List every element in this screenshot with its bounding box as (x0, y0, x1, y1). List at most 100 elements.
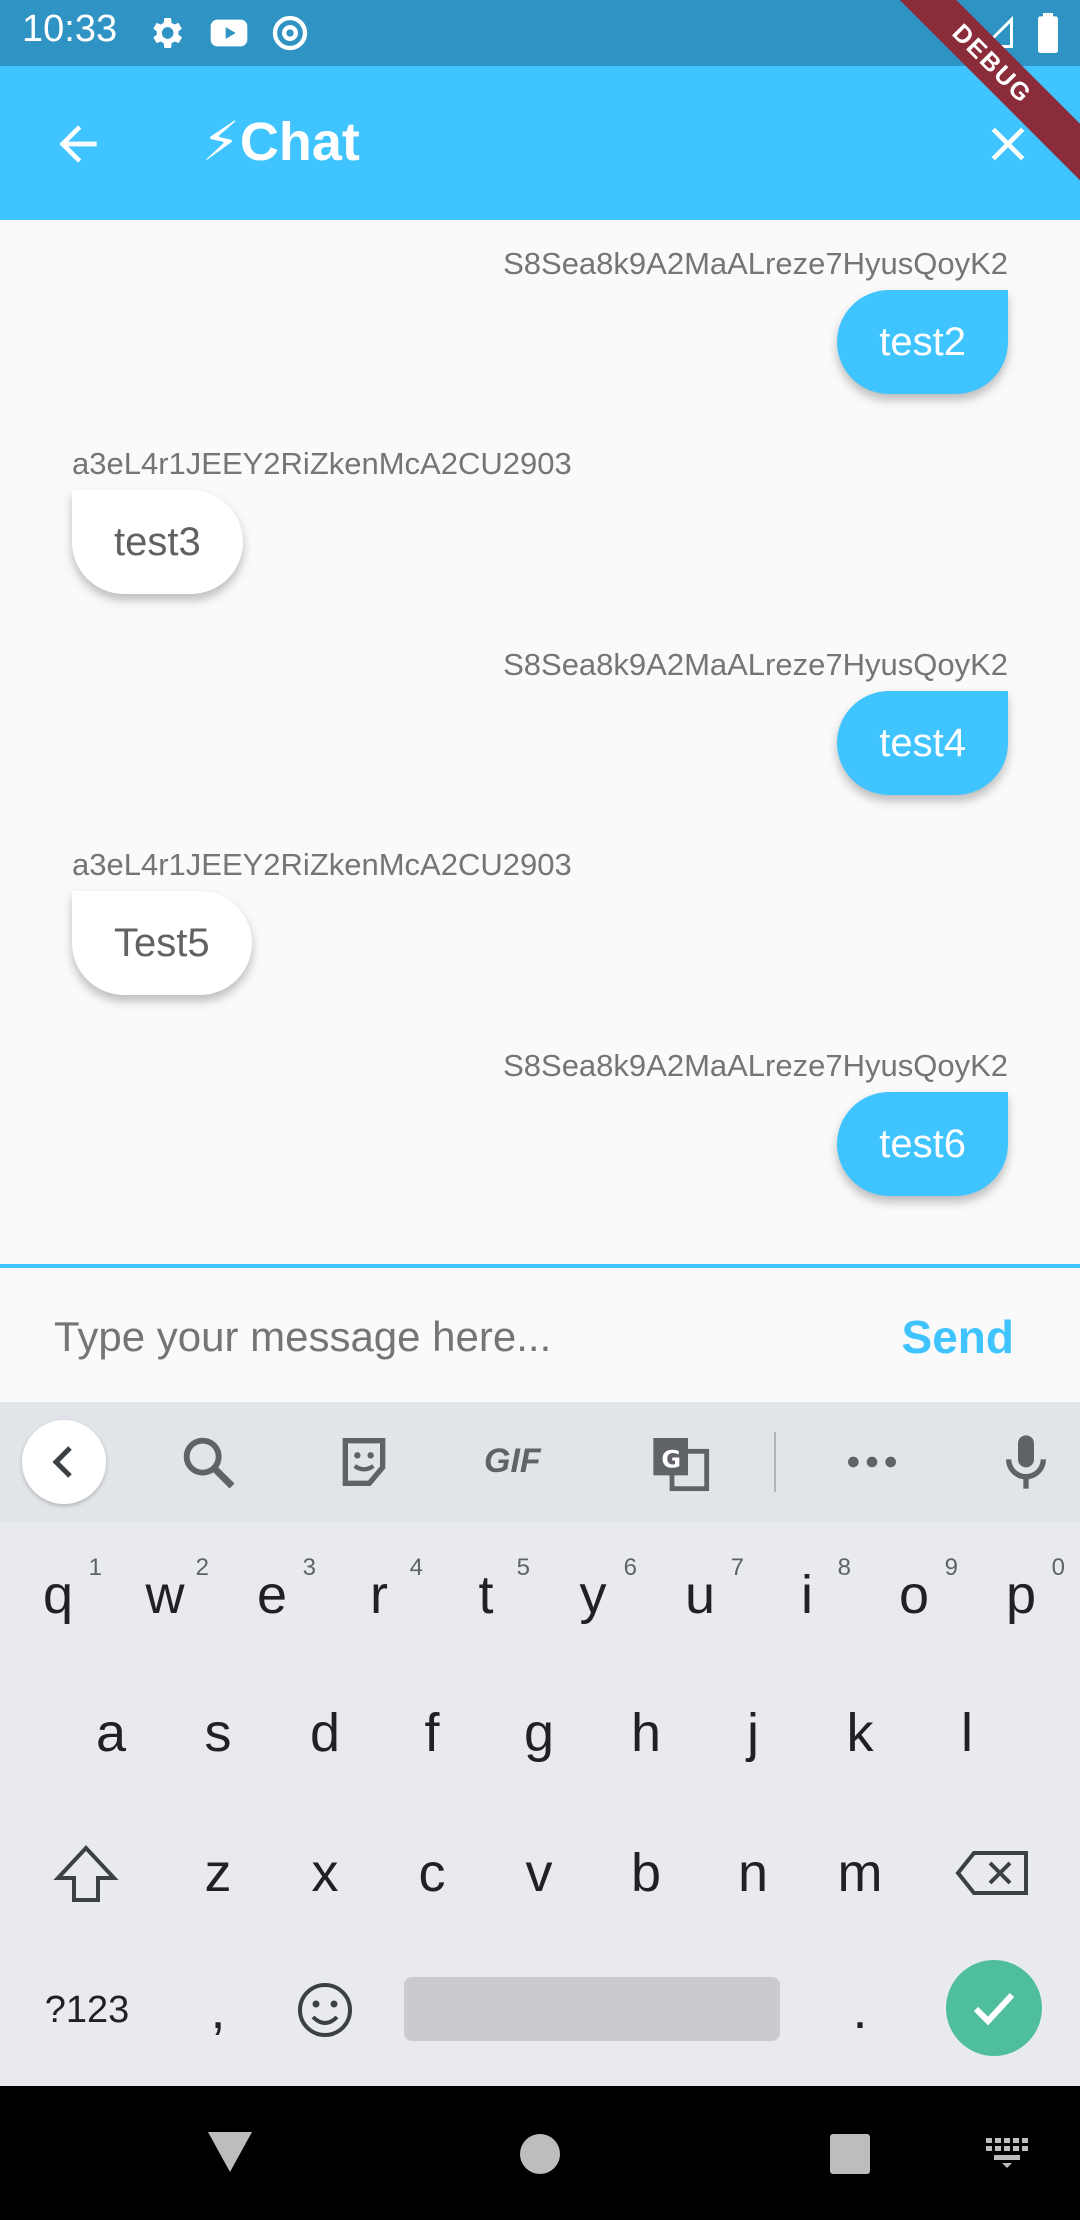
key-hint: 3 (302, 1554, 316, 1581)
key-label: t (478, 1565, 494, 1625)
key-label: r (370, 1565, 388, 1625)
key-hint: 9 (944, 1554, 958, 1581)
key-label: u (684, 1565, 716, 1625)
key-label: i (801, 1565, 813, 1625)
message-bubble[interactable]: Test5 (72, 891, 252, 995)
key-m[interactable]: m (810, 1818, 910, 1928)
message-item: S8Sea8k9A2MaALreze7HyusQoyK2 test4 (503, 645, 1008, 795)
key-k[interactable]: k (810, 1678, 910, 1788)
key-d[interactable]: d (275, 1678, 375, 1788)
backspace-key[interactable] (944, 1818, 1044, 1928)
send-button[interactable]: Send (902, 1310, 1014, 1364)
key-j[interactable]: j (703, 1678, 803, 1788)
message-bubble[interactable]: test2 (837, 290, 1008, 394)
key-c[interactable]: c (382, 1818, 482, 1928)
key-comma[interactable]: , (168, 1955, 268, 2065)
emoji-key[interactable] (275, 1955, 375, 2065)
key-n[interactable]: n (703, 1818, 803, 1928)
key-a[interactable]: a (61, 1678, 161, 1788)
key-b[interactable]: b (596, 1818, 696, 1928)
on-screen-keyboard: GIF G q1 w2 e3 r4 t5 y6 u7 i8 o9 p0 a s … (0, 1402, 1080, 2086)
message-item: a3eL4r1JEEY2RiZkenMcA2CU2903 Test5 (72, 845, 572, 995)
home-circle-icon[interactable] (518, 2132, 562, 2176)
app-bar: ⚡Chat (0, 66, 1080, 220)
key-z[interactable]: z (168, 1818, 268, 1928)
key-label: y (579, 1565, 607, 1625)
message-bubble[interactable]: test6 (837, 1092, 1008, 1196)
message-bubble[interactable]: test4 (837, 691, 1008, 795)
recents-square-icon[interactable] (828, 2132, 872, 2176)
key-hint: 1 (88, 1554, 102, 1581)
status-time: 10:33 (22, 8, 118, 50)
backspace-icon (955, 1851, 1028, 1895)
svg-text:G: G (661, 1445, 681, 1473)
key-period[interactable]: . (810, 1955, 910, 2065)
key-v[interactable]: v (489, 1818, 589, 1928)
at-sign-icon (272, 15, 308, 51)
key-label: q (42, 1565, 74, 1625)
key-y[interactable]: y6 (543, 1540, 643, 1650)
sticker-icon[interactable] (332, 1430, 396, 1494)
key-hint: 5 (516, 1554, 530, 1581)
key-label: e (256, 1565, 288, 1625)
keyboard-switch-icon[interactable] (984, 2136, 1030, 2168)
key-hint: 2 (195, 1554, 209, 1581)
key-h[interactable]: h (596, 1678, 696, 1788)
message-sender: S8Sea8k9A2MaALreze7HyusQoyK2 (503, 1048, 1008, 1083)
key-f[interactable]: f (382, 1678, 482, 1788)
message-sender: S8Sea8k9A2MaALreze7HyusQoyK2 (503, 647, 1008, 682)
key-hint: 6 (623, 1554, 637, 1581)
chevron-left-icon (52, 1446, 72, 1478)
key-hint: 8 (837, 1554, 851, 1581)
toolbar-divider (774, 1432, 776, 1492)
key-label: w (145, 1565, 185, 1625)
shift-icon (53, 1845, 119, 1902)
message-list[interactable]: S8Sea8k9A2MaALreze7HyusQoyK2 test2 a3eL4… (0, 220, 1080, 1264)
key-x[interactable]: x (275, 1818, 375, 1928)
emoji-icon (298, 1983, 352, 2037)
search-icon[interactable] (176, 1430, 240, 1494)
key-r[interactable]: r4 (329, 1540, 429, 1650)
key-w[interactable]: w2 (115, 1540, 215, 1650)
keyboard-toolbar: GIF G (0, 1402, 1080, 1522)
symbols-key[interactable]: ?123 (22, 1955, 152, 2065)
message-item: a3eL4r1JEEY2RiZkenMcA2CU2903 test3 (72, 444, 572, 594)
message-sender: a3eL4r1JEEY2RiZkenMcA2CU2903 (72, 446, 572, 481)
more-icon[interactable] (840, 1430, 904, 1494)
key-s[interactable]: s (168, 1678, 268, 1788)
key-hint: 0 (1051, 1554, 1065, 1581)
key-hint: 4 (409, 1554, 423, 1581)
key-label: p (1005, 1565, 1037, 1625)
key-p[interactable]: p0 (971, 1540, 1071, 1650)
message-sender: S8Sea8k9A2MaALreze7HyusQoyK2 (503, 246, 1008, 281)
message-composer: Send (0, 1264, 1080, 1406)
key-g[interactable]: g (489, 1678, 589, 1788)
microphone-icon[interactable] (994, 1430, 1058, 1494)
message-bubble[interactable]: test3 (72, 490, 243, 594)
navigation-bar (0, 2086, 1080, 2220)
key-l[interactable]: l (917, 1678, 1017, 1788)
key-i[interactable]: i8 (757, 1540, 857, 1650)
key-q[interactable]: q1 (8, 1540, 108, 1650)
key-hint: 7 (730, 1554, 744, 1581)
message-sender: a3eL4r1JEEY2RiZkenMcA2CU2903 (72, 847, 572, 882)
shift-key[interactable] (36, 1818, 136, 1928)
back-triangle-icon[interactable] (206, 2130, 254, 2174)
key-e[interactable]: e3 (222, 1540, 322, 1650)
key-label: o (898, 1565, 930, 1625)
key-t[interactable]: t5 (436, 1540, 536, 1650)
keyboard-collapse-button[interactable] (22, 1420, 106, 1504)
key-u[interactable]: u7 (650, 1540, 750, 1650)
arrow-left-icon[interactable] (50, 116, 106, 172)
key-o[interactable]: o9 (864, 1540, 964, 1650)
translate-icon[interactable]: G (648, 1430, 712, 1494)
battery-icon (1038, 13, 1058, 53)
space-key[interactable] (404, 1977, 780, 2041)
page-title: ⚡Chat (202, 112, 360, 172)
enter-key[interactable] (946, 1960, 1042, 2056)
checkmark-icon (973, 1992, 1015, 2026)
message-input[interactable] (54, 1302, 814, 1372)
message-item: S8Sea8k9A2MaALreze7HyusQoyK2 test6 (503, 1046, 1008, 1196)
youtube-icon (210, 19, 248, 47)
gif-icon[interactable]: GIF (484, 1442, 558, 1506)
